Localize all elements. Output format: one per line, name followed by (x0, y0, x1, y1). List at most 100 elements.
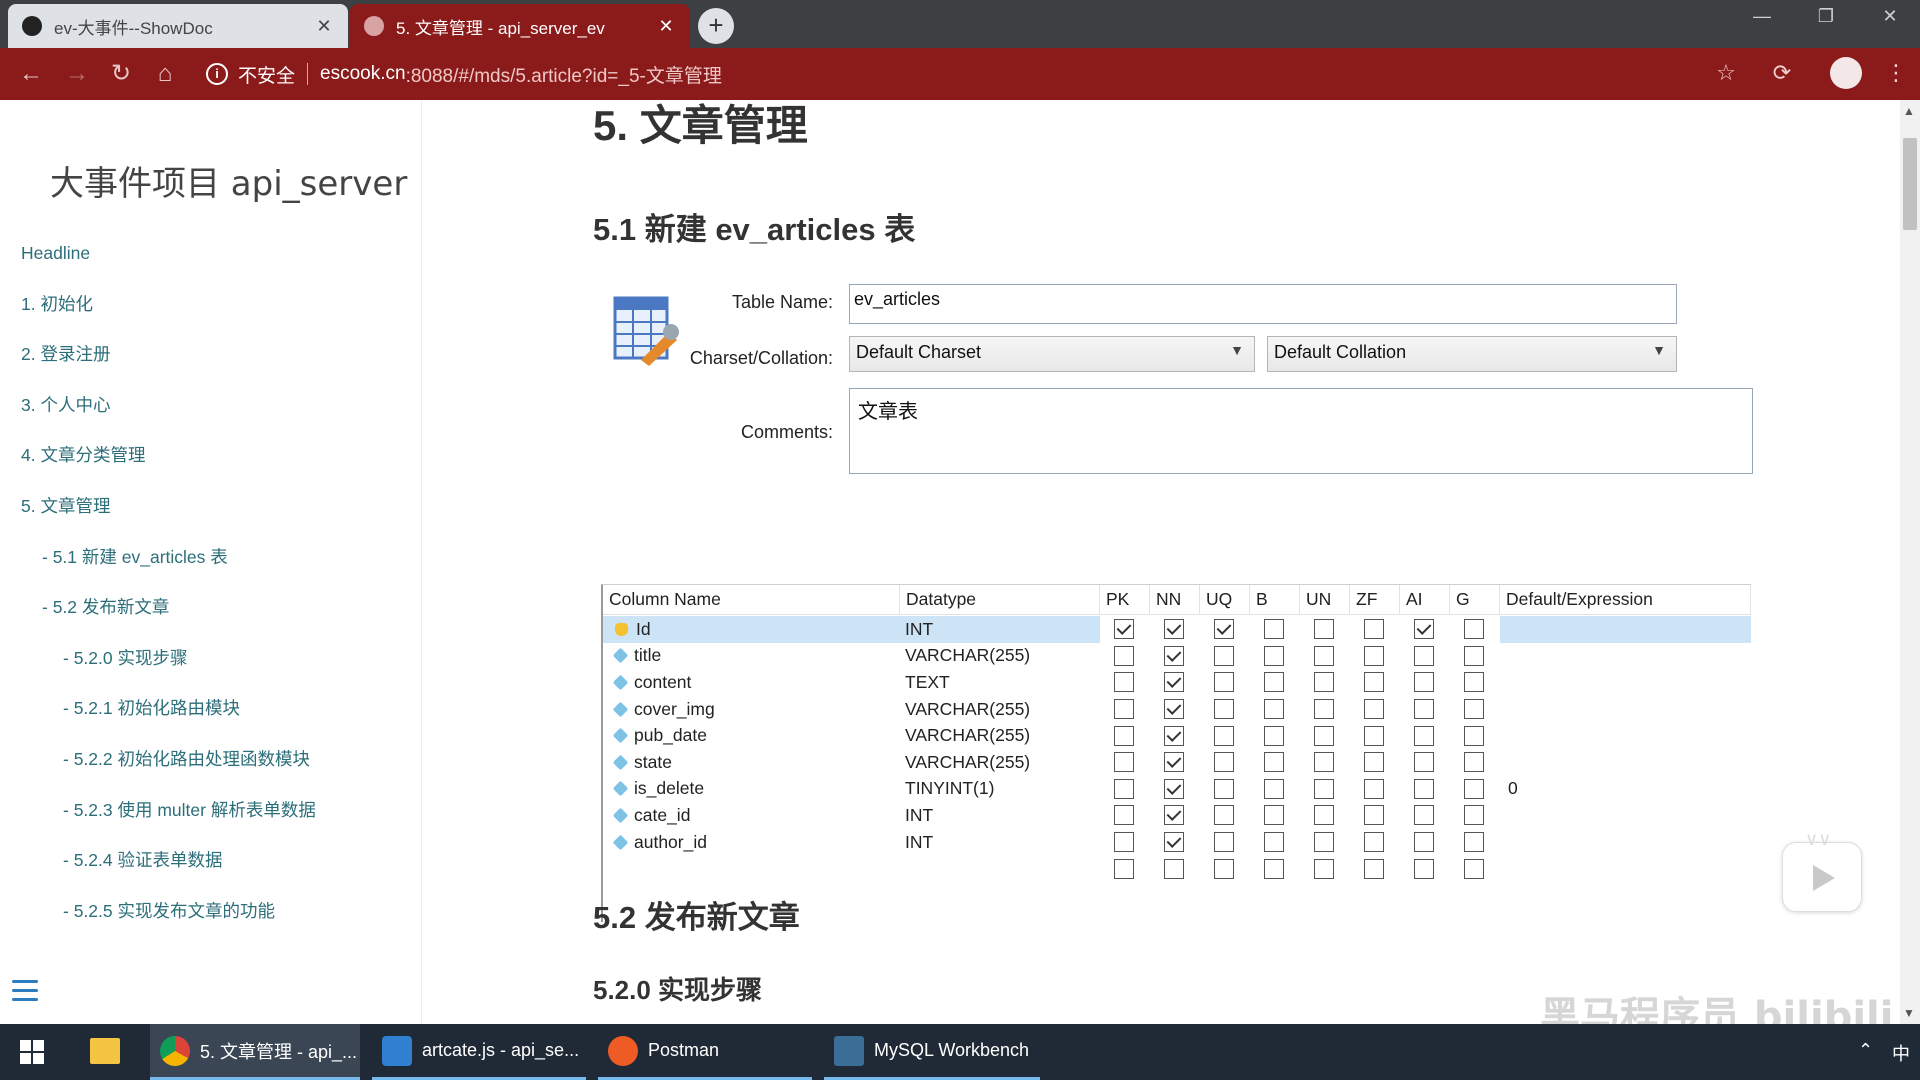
flag-checkbox-pk[interactable] (1114, 858, 1134, 879)
comments-textarea[interactable]: 文章表 (849, 388, 1753, 474)
datatype-cell[interactable]: VARCHAR(255) (905, 749, 1100, 776)
datatype-cell[interactable]: VARCHAR(255) (905, 643, 1100, 670)
flag-checkbox-ai[interactable] (1414, 672, 1434, 693)
flag-checkbox-uq[interactable] (1214, 805, 1234, 826)
flag-checkbox-b[interactable] (1264, 619, 1284, 640)
table-row[interactable]: cate_id INT (603, 802, 1751, 829)
flag-checkbox-b[interactable] (1264, 752, 1284, 773)
flag-checkbox-nn[interactable] (1164, 778, 1184, 799)
taskbar-item-mysql-workbench[interactable]: MySQL Workbench (824, 1024, 1040, 1080)
file-explorer-icon[interactable] (90, 1038, 120, 1064)
toc-item-login[interactable]: 2. 登录注册 (0, 329, 422, 380)
url-field[interactable]: i 不安全 escook.cn:8088/#/mds/5.article?id=… (206, 56, 1756, 92)
flag-checkbox-zf[interactable] (1364, 858, 1384, 879)
flag-checkbox-b[interactable] (1264, 778, 1284, 799)
scroll-down-arrow-icon[interactable]: ▼ (1903, 1006, 1915, 1020)
datatype-cell[interactable]: INT (905, 802, 1100, 829)
default-expression-cell[interactable] (1500, 696, 1751, 723)
flag-checkbox-zf[interactable] (1364, 645, 1384, 666)
minimize-icon[interactable]: — (1742, 6, 1782, 27)
flag-checkbox-nn[interactable] (1164, 725, 1184, 746)
flag-checkbox-g[interactable] (1464, 832, 1484, 853)
datatype-cell[interactable]: TEXT (905, 669, 1100, 696)
toc-item-5-2-1[interactable]: - 5.2.1 初始化路由模块 (0, 683, 422, 734)
table-row[interactable]: Id INT (603, 616, 1751, 643)
toc-item-5-2[interactable]: - 5.2 发布新文章 (0, 582, 422, 633)
profile-avatar[interactable] (1830, 57, 1862, 89)
page-scrollbar[interactable] (1900, 100, 1920, 1024)
table-row[interactable]: cover_img VARCHAR(255) (603, 696, 1751, 723)
table-row[interactable]: content TEXT (603, 669, 1751, 696)
header-pk[interactable]: PK (1100, 585, 1150, 614)
default-expression-cell[interactable] (1500, 616, 1751, 643)
flag-checkbox-uq[interactable] (1214, 752, 1234, 773)
default-expression-cell[interactable] (1500, 643, 1751, 670)
flag-checkbox-b[interactable] (1264, 645, 1284, 666)
datatype-cell[interactable]: TINYINT(1) (905, 776, 1100, 803)
flag-checkbox-nn[interactable] (1164, 752, 1184, 773)
taskbar-item-chrome[interactable]: 5. 文章管理 - api_... (150, 1024, 360, 1080)
flag-checkbox-ai[interactable] (1414, 858, 1434, 879)
flag-checkbox-ai[interactable] (1414, 805, 1434, 826)
flag-checkbox-un[interactable] (1314, 832, 1334, 853)
flag-checkbox-un[interactable] (1314, 672, 1334, 693)
tab-article-management[interactable]: 5. 文章管理 - api_server_ev ✕ (350, 4, 690, 48)
flag-checkbox-un[interactable] (1314, 858, 1334, 879)
datatype-cell[interactable] (905, 855, 1100, 882)
flag-checkbox-pk[interactable] (1114, 672, 1134, 693)
flag-checkbox-pk[interactable] (1114, 778, 1134, 799)
close-window-icon[interactable]: ✕ (1870, 6, 1910, 27)
toc-item-category[interactable]: 4. 文章分类管理 (0, 430, 422, 481)
header-datatype[interactable]: Datatype (900, 585, 1100, 614)
header-zf[interactable]: ZF (1350, 585, 1400, 614)
flag-checkbox-b[interactable] (1264, 805, 1284, 826)
flag-checkbox-g[interactable] (1464, 619, 1484, 640)
flag-checkbox-nn[interactable] (1164, 699, 1184, 720)
default-expression-cell[interactable] (1500, 802, 1751, 829)
flag-checkbox-zf[interactable] (1364, 619, 1384, 640)
table-row[interactable]: title VARCHAR(255) (603, 643, 1751, 670)
bookmark-star-icon[interactable]: ☆ (1710, 58, 1742, 90)
datatype-cell[interactable]: INT (905, 616, 1100, 643)
reload-icon[interactable]: ↻ (106, 60, 136, 90)
flag-checkbox-zf[interactable] (1364, 699, 1384, 720)
toc-item-5-2-2[interactable]: - 5.2.2 初始化路由处理函数模块 (0, 734, 422, 785)
flag-checkbox-zf[interactable] (1364, 805, 1384, 826)
flag-checkbox-zf[interactable] (1364, 672, 1384, 693)
flag-checkbox-ai[interactable] (1414, 645, 1434, 666)
flag-checkbox-un[interactable] (1314, 645, 1334, 666)
hamburger-menu-icon[interactable] (12, 980, 38, 1007)
flag-checkbox-nn[interactable] (1164, 858, 1184, 879)
flag-checkbox-un[interactable] (1314, 778, 1334, 799)
flag-checkbox-b[interactable] (1264, 672, 1284, 693)
flag-checkbox-uq[interactable] (1214, 725, 1234, 746)
header-default[interactable]: Default/Expression (1500, 585, 1751, 614)
taskbar-item-postman[interactable]: Postman (598, 1024, 812, 1080)
video-player-widget[interactable]: ∨∨ (1782, 829, 1862, 912)
flag-checkbox-un[interactable] (1314, 725, 1334, 746)
flag-checkbox-pk[interactable] (1114, 725, 1134, 746)
flag-checkbox-nn[interactable] (1164, 645, 1184, 666)
flag-checkbox-b[interactable] (1264, 832, 1284, 853)
flag-checkbox-g[interactable] (1464, 858, 1484, 879)
toc-item-5-2-3[interactable]: - 5.2.3 使用 multer 解析表单数据 (0, 785, 422, 836)
charset-select[interactable]: Default Charset ▼ (849, 336, 1255, 372)
flag-checkbox-uq[interactable] (1214, 778, 1234, 799)
flag-checkbox-nn[interactable] (1164, 619, 1184, 640)
flag-checkbox-zf[interactable] (1364, 725, 1384, 746)
home-icon[interactable]: ⌂ (150, 60, 180, 90)
flag-checkbox-b[interactable] (1264, 725, 1284, 746)
flag-checkbox-g[interactable] (1464, 752, 1484, 773)
table-name-input[interactable]: ev_articles (849, 284, 1677, 324)
scrollbar-thumb[interactable] (1903, 138, 1917, 230)
flag-checkbox-ai[interactable] (1414, 699, 1434, 720)
table-row[interactable]: is_delete TINYINT(1) 0 (603, 776, 1751, 803)
flag-checkbox-uq[interactable] (1214, 619, 1234, 640)
toc-item-profile[interactable]: 3. 个人中心 (0, 380, 422, 431)
flag-checkbox-pk[interactable] (1114, 752, 1134, 773)
flag-checkbox-ai[interactable] (1414, 832, 1434, 853)
header-g[interactable]: G (1450, 585, 1500, 614)
windows-start-icon[interactable] (20, 1040, 44, 1064)
flag-checkbox-un[interactable] (1314, 805, 1334, 826)
flag-checkbox-g[interactable] (1464, 725, 1484, 746)
